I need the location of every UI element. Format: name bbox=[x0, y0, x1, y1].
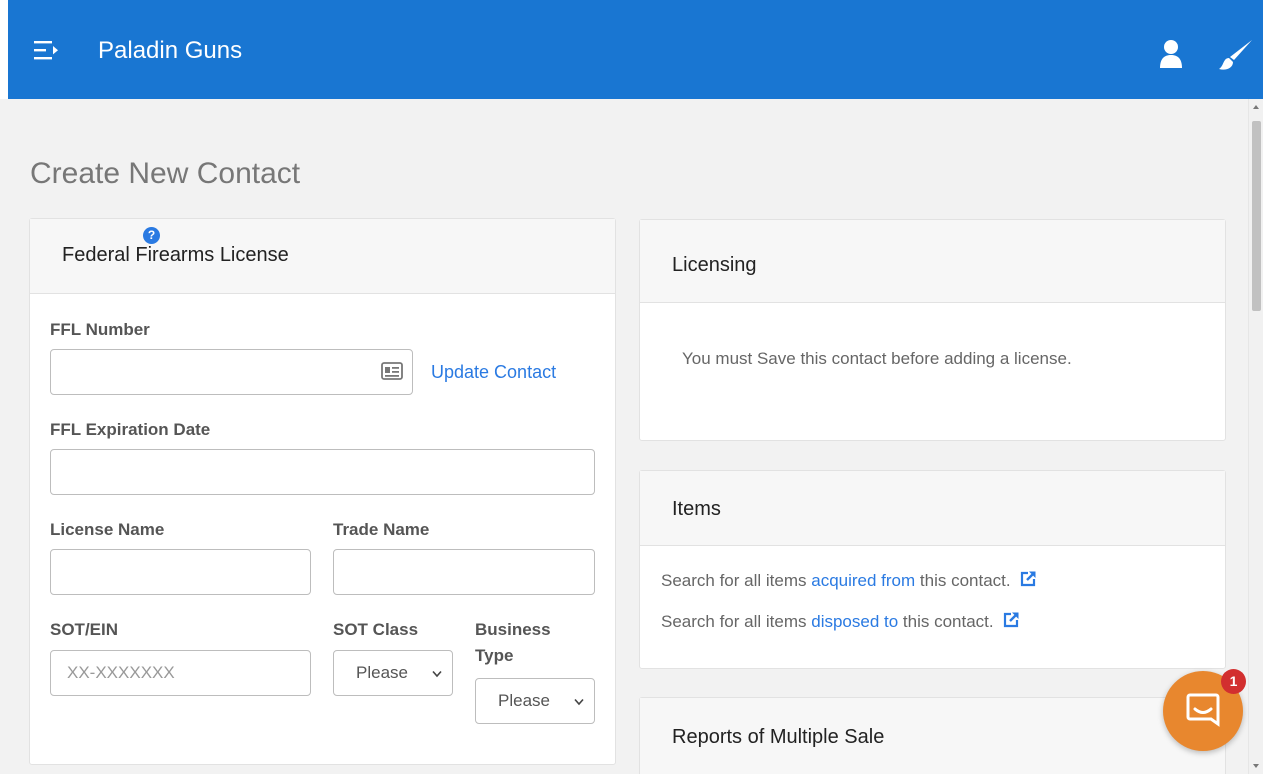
items-card-heading: Items bbox=[640, 471, 1225, 546]
acquired-from-link[interactable]: acquired from bbox=[811, 571, 915, 590]
items-disposed-line: Search for all items disposed to this co… bbox=[661, 611, 1020, 632]
license-name-input[interactable] bbox=[51, 550, 310, 594]
trade-name-input[interactable] bbox=[334, 550, 594, 594]
user-icon[interactable] bbox=[1158, 39, 1184, 69]
contact-card-icon[interactable] bbox=[381, 362, 403, 380]
licensing-card: Licensing You must Save this contact bef… bbox=[639, 219, 1226, 441]
trade-name-field[interactable] bbox=[333, 549, 595, 595]
external-link-icon[interactable] bbox=[1002, 611, 1020, 629]
chat-launcher-button[interactable]: 1 bbox=[1163, 669, 1246, 751]
items-acquired-suffix: this contact. bbox=[915, 571, 1011, 590]
items-acquired-prefix: Search for all items bbox=[661, 571, 812, 590]
scroll-down-arrow[interactable] bbox=[1253, 764, 1259, 768]
trade-name-label: Trade Name bbox=[333, 520, 430, 539]
scroll-up-arrow[interactable] bbox=[1253, 105, 1259, 109]
disposed-to-link[interactable]: disposed to bbox=[811, 612, 898, 631]
page-title: Create New Contact bbox=[30, 157, 301, 190]
business-type-label-line1: Business bbox=[475, 620, 551, 639]
sot-ein-label: SOT/EIN bbox=[50, 620, 119, 639]
licensing-card-heading: Licensing bbox=[640, 220, 1225, 303]
sot-ein-field[interactable] bbox=[50, 650, 311, 696]
reports-card: Reports of Multiple Sale bbox=[639, 697, 1226, 774]
external-link-icon[interactable] bbox=[1019, 570, 1037, 588]
chevron-down-icon bbox=[432, 670, 442, 678]
menu-collapse-icon[interactable] bbox=[34, 38, 60, 62]
ffl-card-heading: Federal Firearms License bbox=[30, 219, 615, 294]
items-acquired-line: Search for all items acquired from this … bbox=[661, 570, 1037, 591]
business-type-label-line2: Type bbox=[475, 646, 514, 665]
license-name-field[interactable] bbox=[50, 549, 311, 595]
vertical-scrollbar[interactable] bbox=[1248, 99, 1263, 774]
help-icon[interactable]: ? bbox=[143, 227, 160, 244]
ffl-number-input[interactable] bbox=[51, 350, 412, 394]
sot-class-selected: Please bbox=[356, 663, 408, 682]
license-name-label: License Name bbox=[50, 520, 165, 539]
main-content: Create New Contact Federal Firearms Lice… bbox=[8, 99, 1248, 774]
items-disposed-suffix: this contact. bbox=[898, 612, 994, 631]
items-card: Items Search for all items acquired from… bbox=[639, 470, 1226, 669]
ffl-number-field[interactable] bbox=[50, 349, 413, 395]
ffl-expiration-input[interactable] bbox=[51, 450, 594, 494]
business-type-select[interactable]: Please bbox=[475, 678, 595, 724]
paintbrush-icon[interactable] bbox=[1218, 38, 1254, 72]
sot-class-label: SOT Class bbox=[333, 620, 419, 639]
scrollbar-thumb[interactable] bbox=[1252, 121, 1261, 311]
app-brand-title[interactable]: Paladin Guns bbox=[98, 37, 242, 65]
licensing-message: You must Save this contact before adding… bbox=[682, 349, 1072, 368]
business-type-selected: Please bbox=[498, 691, 550, 710]
update-contact-link[interactable]: Update Contact bbox=[431, 362, 556, 383]
notification-badge: 1 bbox=[1221, 669, 1246, 694]
chevron-down-icon bbox=[574, 698, 584, 706]
top-app-bar: Paladin Guns bbox=[0, 0, 1263, 99]
sot-class-select[interactable]: Please bbox=[333, 650, 453, 696]
sot-ein-input[interactable] bbox=[51, 651, 310, 695]
reports-card-heading: Reports of Multiple Sale bbox=[640, 698, 1225, 774]
chat-bubble-icon bbox=[1186, 693, 1220, 727]
ffl-expiration-label: FFL Expiration Date bbox=[50, 420, 211, 439]
ffl-expiration-field[interactable] bbox=[50, 449, 595, 495]
items-disposed-prefix: Search for all items bbox=[661, 612, 812, 631]
ffl-number-label: FFL Number bbox=[50, 320, 150, 339]
